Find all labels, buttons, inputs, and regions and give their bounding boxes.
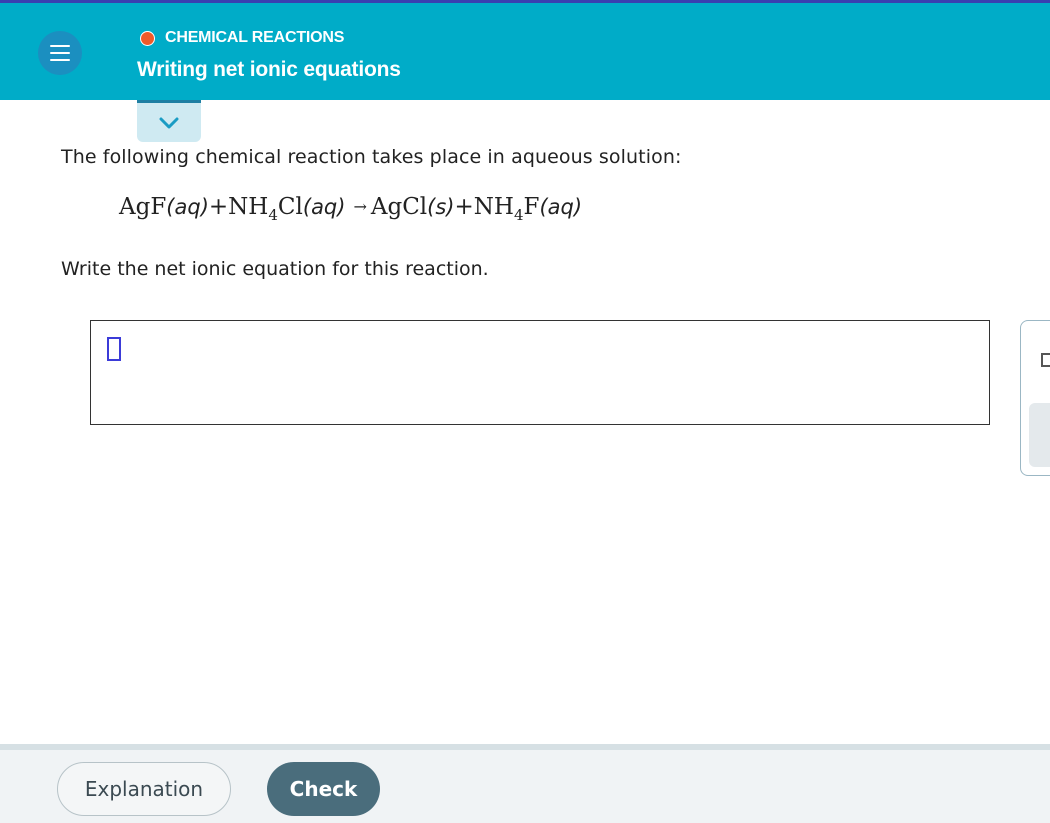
reactant-2: NH4Cl	[228, 194, 303, 224]
question-instruction: Write the net ionic equation for this re…	[61, 258, 489, 280]
reactant-1: AgF	[119, 194, 167, 220]
reaction-arrow-icon: →	[353, 197, 367, 216]
product-1-state: (s)	[427, 195, 455, 219]
answer-cursor-slot[interactable]	[107, 337, 121, 361]
product-2: NH4F	[473, 194, 540, 224]
explanation-button[interactable]: Explanation	[57, 762, 231, 816]
collapse-toggle-button[interactable]	[137, 100, 201, 142]
check-button[interactable]: Check	[267, 762, 380, 816]
chevron-down-icon	[159, 117, 179, 128]
hamburger-icon	[50, 45, 70, 61]
page-title: Writing net ionic equations	[137, 58, 401, 81]
menu-button[interactable]	[38, 31, 82, 75]
topic-status-dot-icon	[140, 30, 155, 46]
reactant-2-state: (aq)	[302, 195, 346, 219]
answer-input-area[interactable]	[90, 320, 990, 425]
header-bar: CHEMICAL REACTIONS Writing net ionic equ…	[0, 3, 1050, 100]
product-2-state: (aq)	[539, 195, 583, 219]
bracket-icon[interactable]	[1041, 353, 1050, 367]
plus-sign: +	[454, 194, 474, 220]
chemistry-toolbar-panel	[1020, 320, 1050, 476]
toolbar-button[interactable]	[1029, 403, 1050, 467]
topic-label: CHEMICAL REACTIONS	[165, 29, 345, 46]
question-prompt: The following chemical reaction takes pl…	[61, 146, 682, 168]
product-1: AgCl	[370, 194, 428, 220]
topic-row: CHEMICAL REACTIONS	[140, 29, 344, 47]
plus-sign: +	[208, 194, 229, 220]
chemical-equation: AgF (aq) + NH4Cl (aq) → AgCl (s) + NH4F …	[119, 194, 583, 224]
reactant-1-state: (aq)	[166, 195, 209, 219]
